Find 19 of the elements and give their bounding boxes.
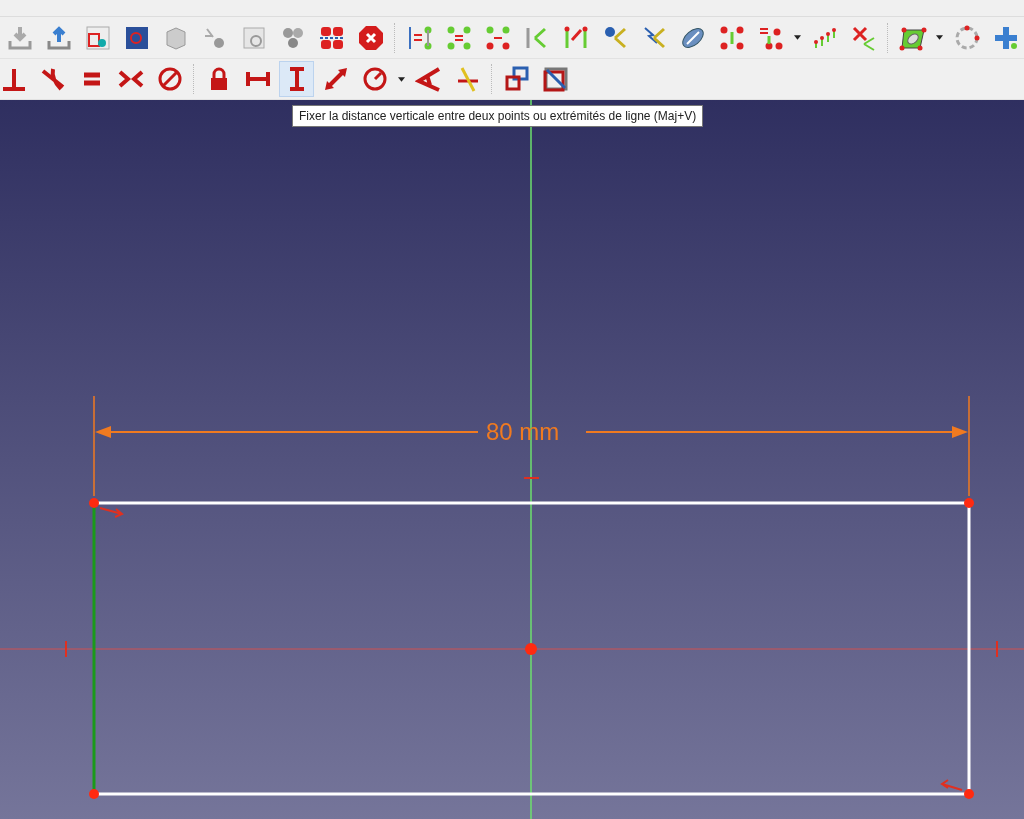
arrow-icon (940, 779, 963, 791)
vertex-point (89, 498, 99, 508)
vertex-point (964, 789, 974, 799)
vertex-point (964, 498, 974, 508)
constraint-mark (65, 640, 67, 658)
origin-point (525, 643, 537, 655)
caret-icon[interactable] (936, 35, 943, 40)
arrow-icon (99, 507, 124, 518)
tooltip: Fixer la distance verticale entre deux points ou extrémités de ligne (Maj+V) (292, 105, 704, 127)
caret-icon[interactable] (398, 76, 405, 82)
constraint-mark (996, 640, 998, 658)
octagon-x-icon (356, 23, 385, 52)
angle-icon (414, 65, 443, 93)
square-slash-icon (541, 65, 570, 93)
caret-icon[interactable] (794, 35, 801, 40)
squares-magnifier-icon (83, 23, 112, 52)
vertex-point (89, 789, 99, 799)
constraint-mark (523, 477, 540, 479)
constraint-tool-button[interactable] (279, 61, 314, 97)
